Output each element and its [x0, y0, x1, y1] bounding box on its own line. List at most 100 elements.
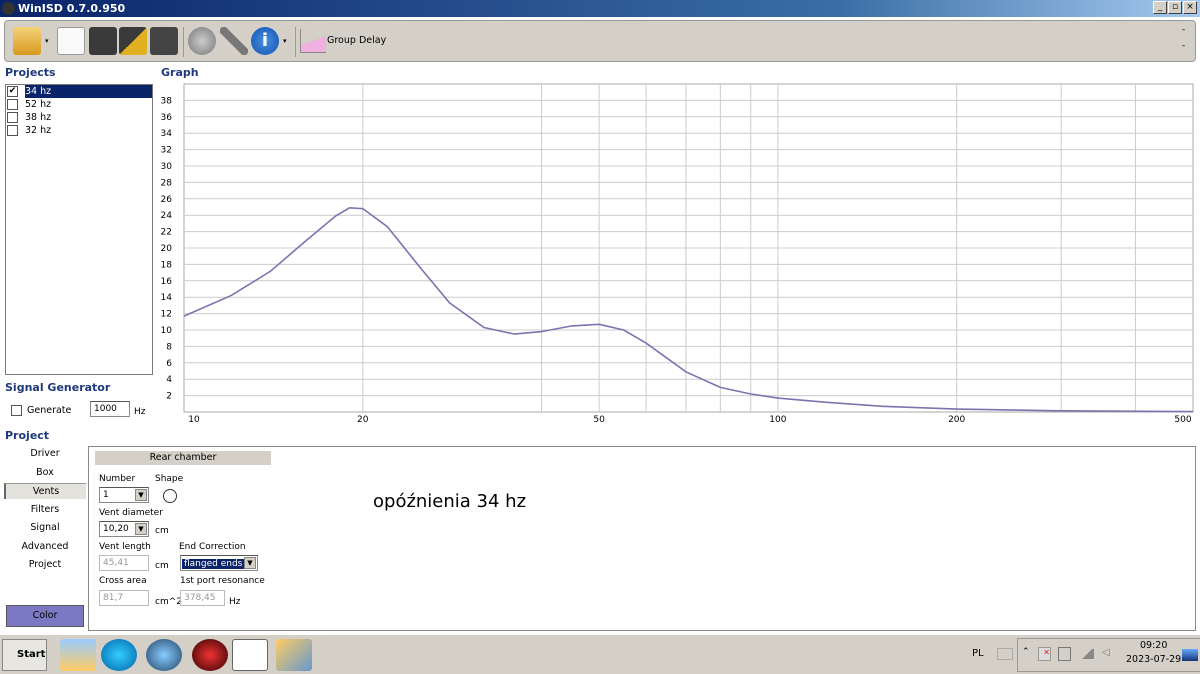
taskbar: Start PL ⌃ ✕ ◁ 09:20 2023-07-29 — [0, 634, 1200, 674]
winisd-task-icon[interactable] — [232, 639, 268, 671]
project-item[interactable]: 52 hz — [6, 98, 152, 111]
y-tick-label: 2 — [166, 392, 172, 402]
x-tick-label: 100 — [769, 415, 786, 425]
paint-icon[interactable] — [276, 639, 312, 671]
project-list[interactable]: ✔ 34 hz 52 hz 38 hz 32 hz — [5, 84, 153, 375]
signal-frequency-input[interactable]: 1000 — [90, 401, 130, 417]
toolbar: ▾ i ▾ Group Delay - - — [4, 20, 1196, 62]
number-value: 1 — [103, 490, 109, 500]
save-icon[interactable] — [89, 27, 117, 55]
project-checkbox[interactable]: ✔ — [7, 86, 18, 97]
y-tick-label: 34 — [161, 129, 173, 139]
power-icon[interactable] — [1058, 647, 1071, 661]
y-tick-label: 36 — [161, 113, 173, 123]
project-nav-signal[interactable]: Signal — [4, 520, 86, 536]
y-tick-label: 6 — [166, 359, 172, 369]
project-item[interactable]: 38 hz — [6, 111, 152, 124]
toolbar-separator — [295, 27, 296, 57]
graph-heading: Graph — [161, 66, 199, 79]
group-delay-graph: 246810121416182022242628303234363810 20 50… — [161, 83, 1194, 425]
show-desktop-icon[interactable] — [1182, 649, 1198, 661]
vent-length-unit: cm — [155, 561, 169, 571]
y-tick-label: 8 — [166, 342, 172, 352]
start-button[interactable]: Start — [2, 639, 47, 671]
volume-icon[interactable]: ◁ — [1102, 647, 1110, 658]
project-checkbox[interactable] — [7, 99, 18, 110]
number-label: Number — [99, 474, 136, 484]
close-button[interactable]: × — [1183, 1, 1197, 14]
minimize-button[interactable]: _ — [1153, 1, 1167, 14]
app-icon — [2, 2, 15, 15]
driver-icon[interactable] — [188, 27, 216, 55]
app-red-icon[interactable] — [192, 639, 228, 671]
open-dropdown-icon[interactable]: ▾ — [45, 37, 49, 45]
new-project-icon[interactable] — [57, 27, 85, 55]
y-tick-label: 28 — [161, 178, 173, 188]
toolbar-overflow[interactable]: - — [1182, 25, 1185, 35]
y-tick-label: 18 — [161, 260, 173, 270]
round-shape-icon[interactable] — [163, 489, 177, 503]
port-resonance-input[interactable]: 378,45 — [180, 590, 225, 606]
chevron-down-icon[interactable]: ▼ — [135, 523, 147, 535]
project-item[interactable]: 32 hz — [6, 124, 152, 137]
color-button[interactable]: Color — [6, 605, 84, 627]
project-nav-filters[interactable]: Filters — [4, 502, 86, 518]
vent-length-input[interactable]: 45,41 — [99, 555, 149, 571]
project-checkbox[interactable] — [7, 125, 18, 136]
x-tick-label: 50 — [593, 415, 605, 425]
vent-diameter-label: Vent diameter — [99, 508, 163, 518]
keyboard-icon[interactable] — [997, 648, 1013, 660]
clock-time[interactable]: 09:20 — [1140, 640, 1167, 651]
chevron-down-icon[interactable]: ▼ — [135, 489, 147, 501]
y-tick-label: 12 — [161, 310, 172, 320]
vent-diameter-unit: cm — [155, 526, 169, 536]
chevron-down-icon[interactable]: ▼ — [244, 557, 256, 569]
project-nav-driver[interactable]: Driver — [4, 446, 86, 462]
generate-checkbox[interactable] — [11, 405, 22, 416]
clock-date[interactable]: 2023-07-29 — [1126, 654, 1181, 665]
y-tick-label: 10 — [161, 326, 173, 336]
project-nav-project[interactable]: Project — [4, 557, 86, 573]
save-as-icon[interactable] — [119, 27, 147, 55]
project-item[interactable]: ✔ 34 hz — [6, 85, 152, 98]
edge-icon[interactable] — [101, 639, 137, 671]
port-resonance-unit: Hz — [229, 597, 241, 607]
y-tick-label: 38 — [161, 96, 173, 106]
project-nav-box[interactable]: Box — [4, 465, 86, 481]
project-label: 34 hz — [25, 85, 152, 98]
maximize-button[interactable]: ▫ — [1168, 1, 1182, 14]
projects-heading: Projects — [5, 66, 56, 79]
y-tick-label: 16 — [161, 277, 173, 287]
open-folder-icon[interactable] — [13, 27, 41, 55]
project-nav-advanced[interactable]: Advanced — [4, 539, 86, 555]
browser-icon[interactable] — [146, 639, 182, 671]
y-tick-label: 26 — [161, 195, 173, 205]
security-alert-icon[interactable]: ✕ — [1038, 647, 1051, 661]
end-correction-label: End Correction — [179, 542, 246, 552]
cross-area-input[interactable]: 81,7 — [99, 590, 149, 606]
signal-icon[interactable] — [1080, 649, 1094, 659]
cross-area-label: Cross area — [99, 576, 147, 586]
wrench-icon[interactable] — [220, 27, 248, 55]
toolbar-separator — [183, 27, 184, 57]
annotation-text: opóźnienia 34 hz — [373, 491, 527, 512]
vent-diameter-select[interactable]: 10,20 ▼ — [99, 521, 149, 537]
project-label: 52 hz — [25, 99, 52, 110]
number-select[interactable]: 1 ▼ — [99, 487, 149, 503]
graph-type-icon[interactable] — [300, 29, 326, 53]
info-dropdown-icon[interactable]: ▾ — [283, 37, 287, 45]
file-explorer-icon[interactable] — [60, 639, 96, 671]
info-icon[interactable]: i — [251, 27, 279, 55]
project-checkbox[interactable] — [7, 112, 18, 123]
end-correction-select[interactable]: flanged ends ▼ — [180, 555, 258, 571]
show-hidden-icons-icon[interactable]: ⌃ — [1022, 647, 1030, 657]
x-tick-label: 500 — [1174, 415, 1191, 425]
toolbar-overflow[interactable]: - — [1182, 41, 1185, 51]
graph-type-button[interactable]: Group Delay — [327, 35, 386, 46]
project-nav-vents[interactable]: Vents — [4, 483, 86, 499]
end-correction-value: flanged ends — [182, 559, 245, 569]
start-label: Start — [17, 649, 46, 660]
language-indicator[interactable]: PL — [972, 648, 984, 659]
save-all-icon[interactable] — [150, 27, 178, 55]
y-tick-label: 14 — [161, 293, 173, 303]
